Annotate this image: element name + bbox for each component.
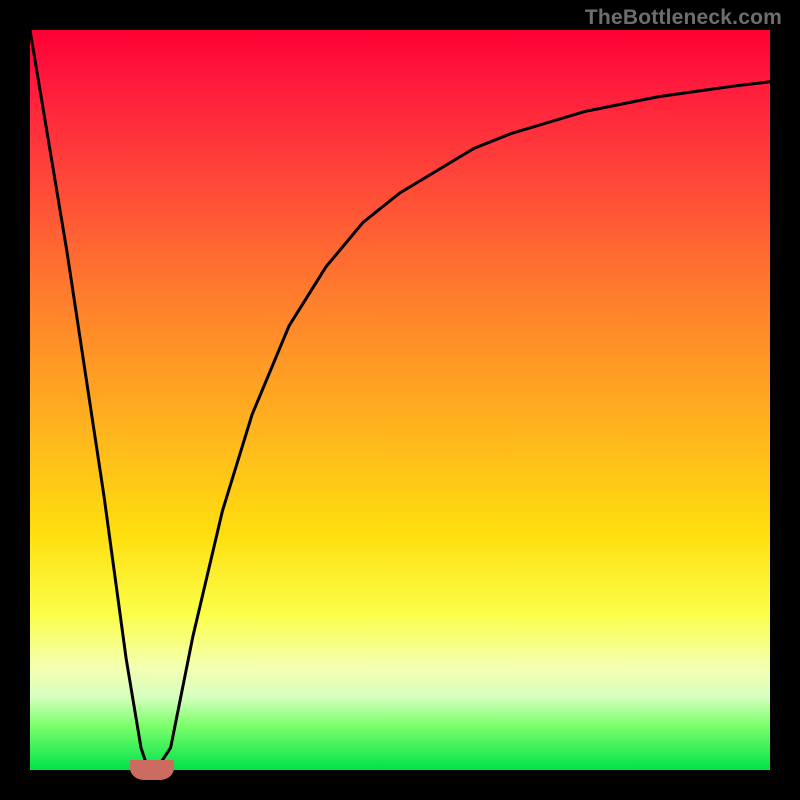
optimal-point-marker bbox=[130, 760, 174, 780]
bottleneck-curve bbox=[30, 30, 770, 770]
curve-path bbox=[30, 30, 770, 770]
watermark-text: TheBottleneck.com bbox=[585, 6, 782, 30]
plot-area bbox=[30, 30, 770, 770]
chart-frame: TheBottleneck.com bbox=[0, 0, 800, 800]
